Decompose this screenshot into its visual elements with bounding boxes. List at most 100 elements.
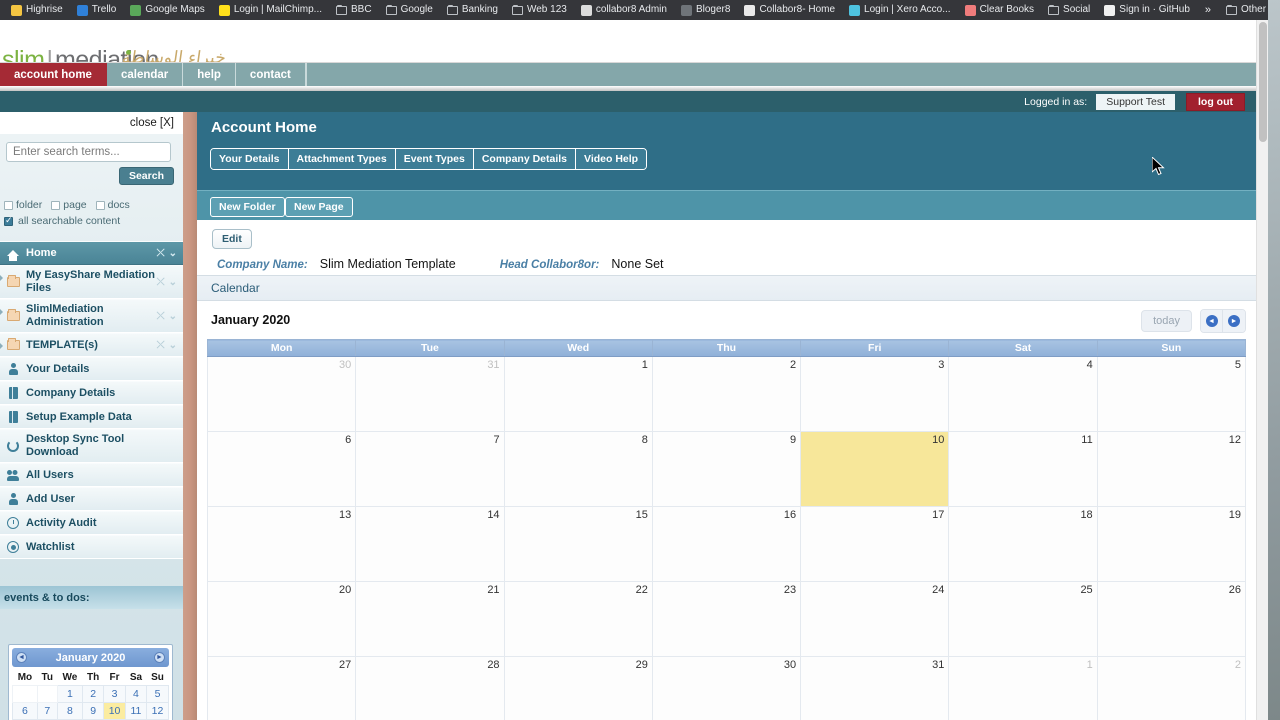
filter-folder[interactable]: folder xyxy=(4,199,42,211)
mini-calendar-day-cell[interactable]: 11 xyxy=(124,702,147,720)
bookmark-item-0[interactable]: Highrise xyxy=(4,1,70,19)
mini-calendar-day-cell[interactable]: 1 xyxy=(56,685,84,703)
bookmark-item-5[interactable]: Google xyxy=(379,1,440,19)
bookmark-item-9[interactable]: Bloger8 xyxy=(674,1,737,19)
calendar-day-cell[interactable]: 26 xyxy=(1096,581,1247,657)
mini-calendar-day-cell[interactable]: 9 xyxy=(82,702,105,720)
sidebar-item-your-details[interactable]: Your Details xyxy=(0,357,183,381)
chevron-down-icon[interactable]: ⌄ xyxy=(169,311,177,322)
site-tab-account-home[interactable]: account home xyxy=(0,63,107,86)
calendar-day-cell[interactable]: 2 xyxy=(651,356,802,432)
calendar-day-cell[interactable]: 20 xyxy=(206,581,357,657)
calendar-day-cell[interactable]: 8 xyxy=(503,431,653,507)
calendar-day-cell[interactable]: 10 xyxy=(800,431,950,507)
calendar-day-cell[interactable]: 2 xyxy=(1096,656,1247,720)
mini-calendar-day-cell[interactable]: 7 xyxy=(36,702,58,720)
sidebar-item-my-easyshare-mediation-files[interactable]: My EasyShare Mediation Files ⤬ ⌄ xyxy=(0,265,183,299)
sidebar-item-home[interactable]: Home ⤬ ⌄ xyxy=(0,241,183,265)
calendar-day-cell[interactable]: 30 xyxy=(651,656,802,720)
filter-folder-checkbox[interactable] xyxy=(4,200,13,210)
search-input[interactable] xyxy=(6,142,171,162)
bookmark-item-10[interactable]: Collabor8- Home xyxy=(737,1,842,19)
site-tab-contact[interactable]: contact xyxy=(235,63,306,86)
calendar-day-cell[interactable]: 30 xyxy=(206,356,357,432)
bookmark-item-3[interactable]: Login | MailChimp... xyxy=(212,1,329,19)
filter-docs-checkbox[interactable] xyxy=(95,200,105,210)
bookmark-item-8[interactable]: collabor8 Admin xyxy=(574,1,674,19)
chevron-right-icon[interactable] xyxy=(0,343,3,349)
filter-all-content-checkbox[interactable] xyxy=(4,215,13,226)
site-tab-help[interactable]: help xyxy=(183,63,236,86)
calendar-day-cell[interactable]: 13 xyxy=(206,506,357,582)
mini-calendar-next-button[interactable]: ► xyxy=(154,652,165,663)
bookmark-item-11[interactable]: Login | Xero Acco... xyxy=(842,1,958,19)
calendar-prev-button[interactable]: ◄ xyxy=(1201,310,1223,332)
calendar-day-cell[interactable]: 17 xyxy=(800,506,950,582)
calendar-day-cell[interactable]: 19 xyxy=(1096,506,1247,582)
calendar-day-cell[interactable]: 15 xyxy=(503,506,653,582)
sidebar-item-activity-audit[interactable]: Activity Audit xyxy=(0,511,183,535)
mini-calendar-day-cell[interactable]: 6 xyxy=(12,702,38,720)
calendar-day-cell[interactable]: 1 xyxy=(948,656,1098,720)
sidebar-item-company-details[interactable]: Company Details xyxy=(0,381,183,405)
calendar-day-cell[interactable]: 22 xyxy=(503,581,653,657)
calendar-day-cell[interactable]: 5 xyxy=(1096,356,1247,432)
calendar-day-cell[interactable]: 9 xyxy=(651,431,802,507)
other-bookmarks-button[interactable]: Other Bookmarks xyxy=(1219,1,1268,19)
calendar-day-cell[interactable]: 25 xyxy=(948,581,1098,657)
shuffle-icon[interactable]: ⤬ xyxy=(157,340,165,351)
sidebar-item-slimlmediation-administration[interactable]: SlimlMediation Administration ⤬ ⌄ xyxy=(0,299,183,333)
site-tab-calendar[interactable]: calendar xyxy=(106,63,184,86)
chevron-right-icon[interactable] xyxy=(0,309,3,315)
sidebar-item-add-user[interactable]: Add User xyxy=(0,487,183,511)
shuffle-icon[interactable]: ⤬ xyxy=(157,311,165,322)
sidebar-item-watchlist[interactable]: Watchlist xyxy=(0,535,183,559)
bookmark-item-1[interactable]: Trello xyxy=(70,1,124,19)
calendar-day-cell[interactable]: 27 xyxy=(206,656,357,720)
shuffle-icon[interactable]: ⤬ xyxy=(157,248,165,259)
bookmark-item-2[interactable]: Google Maps xyxy=(123,1,211,19)
new-page-button[interactable]: New Page xyxy=(285,197,353,217)
new-folder-button[interactable]: New Folder xyxy=(210,197,285,217)
logout-button[interactable]: log out xyxy=(1186,92,1245,111)
mini-calendar-prev-button[interactable]: ◄ xyxy=(16,652,27,663)
bookmark-item-13[interactable]: Social xyxy=(1041,1,1097,19)
calendar-day-cell[interactable]: 4 xyxy=(948,356,1098,432)
sidebar-close-button[interactable]: close [X] xyxy=(130,117,174,129)
calendar-day-cell[interactable]: 29 xyxy=(503,656,653,720)
search-filter-row-2[interactable]: all searchable content xyxy=(4,215,183,227)
bookmark-item-6[interactable]: Banking xyxy=(440,1,505,19)
mini-calendar-day-cell[interactable]: 10 xyxy=(103,702,126,720)
chevron-down-icon[interactable]: ⌄ xyxy=(169,248,177,259)
edit-button[interactable]: Edit xyxy=(212,229,252,249)
sidebar-item-desktop-sync-tool-download[interactable]: Desktop Sync Tool Download xyxy=(0,429,183,463)
mini-calendar-day-cell[interactable]: 8 xyxy=(56,702,84,720)
bookmark-item-12[interactable]: Clear Books xyxy=(958,1,1041,19)
page-scrollbar[interactable] xyxy=(1256,20,1268,720)
calendar-day-cell[interactable]: 18 xyxy=(948,506,1098,582)
bookmarks-overflow-button[interactable]: » xyxy=(1197,4,1219,16)
calendar-day-cell[interactable]: 28 xyxy=(355,656,505,720)
mini-calendar-day-cell[interactable]: 4 xyxy=(124,685,147,703)
filter-page-checkbox[interactable] xyxy=(51,200,61,210)
search-button[interactable]: Search xyxy=(118,167,174,185)
filter-docs[interactable]: docs xyxy=(95,199,130,211)
calendar-day-cell[interactable]: 12 xyxy=(1096,431,1247,507)
calendar-next-button[interactable]: ► xyxy=(1223,310,1245,332)
mini-calendar-day-cell[interactable]: 2 xyxy=(82,685,105,703)
subtab-event-types[interactable]: Event Types xyxy=(395,149,474,169)
page-scrollbar-thumb[interactable] xyxy=(1259,22,1267,142)
calendar-day-cell[interactable]: 11 xyxy=(948,431,1098,507)
calendar-day-cell[interactable]: 24 xyxy=(800,581,950,657)
today-button[interactable]: today xyxy=(1141,310,1192,332)
chevron-down-icon[interactable]: ⌄ xyxy=(169,277,177,288)
bookmark-item-4[interactable]: BBC xyxy=(329,1,379,19)
calendar-day-cell[interactable]: 31 xyxy=(800,656,950,720)
calendar-day-cell[interactable]: 21 xyxy=(355,581,505,657)
subtab-company-details[interactable]: Company Details xyxy=(473,149,577,169)
shuffle-icon[interactable]: ⤬ xyxy=(157,277,165,288)
bookmark-item-7[interactable]: Web 123 xyxy=(505,1,574,19)
mini-calendar-day-cell[interactable]: 5 xyxy=(145,685,170,703)
sidebar-item-setup-example-data[interactable]: Setup Example Data xyxy=(0,405,183,429)
subtab-your-details[interactable]: Your Details xyxy=(211,149,289,169)
